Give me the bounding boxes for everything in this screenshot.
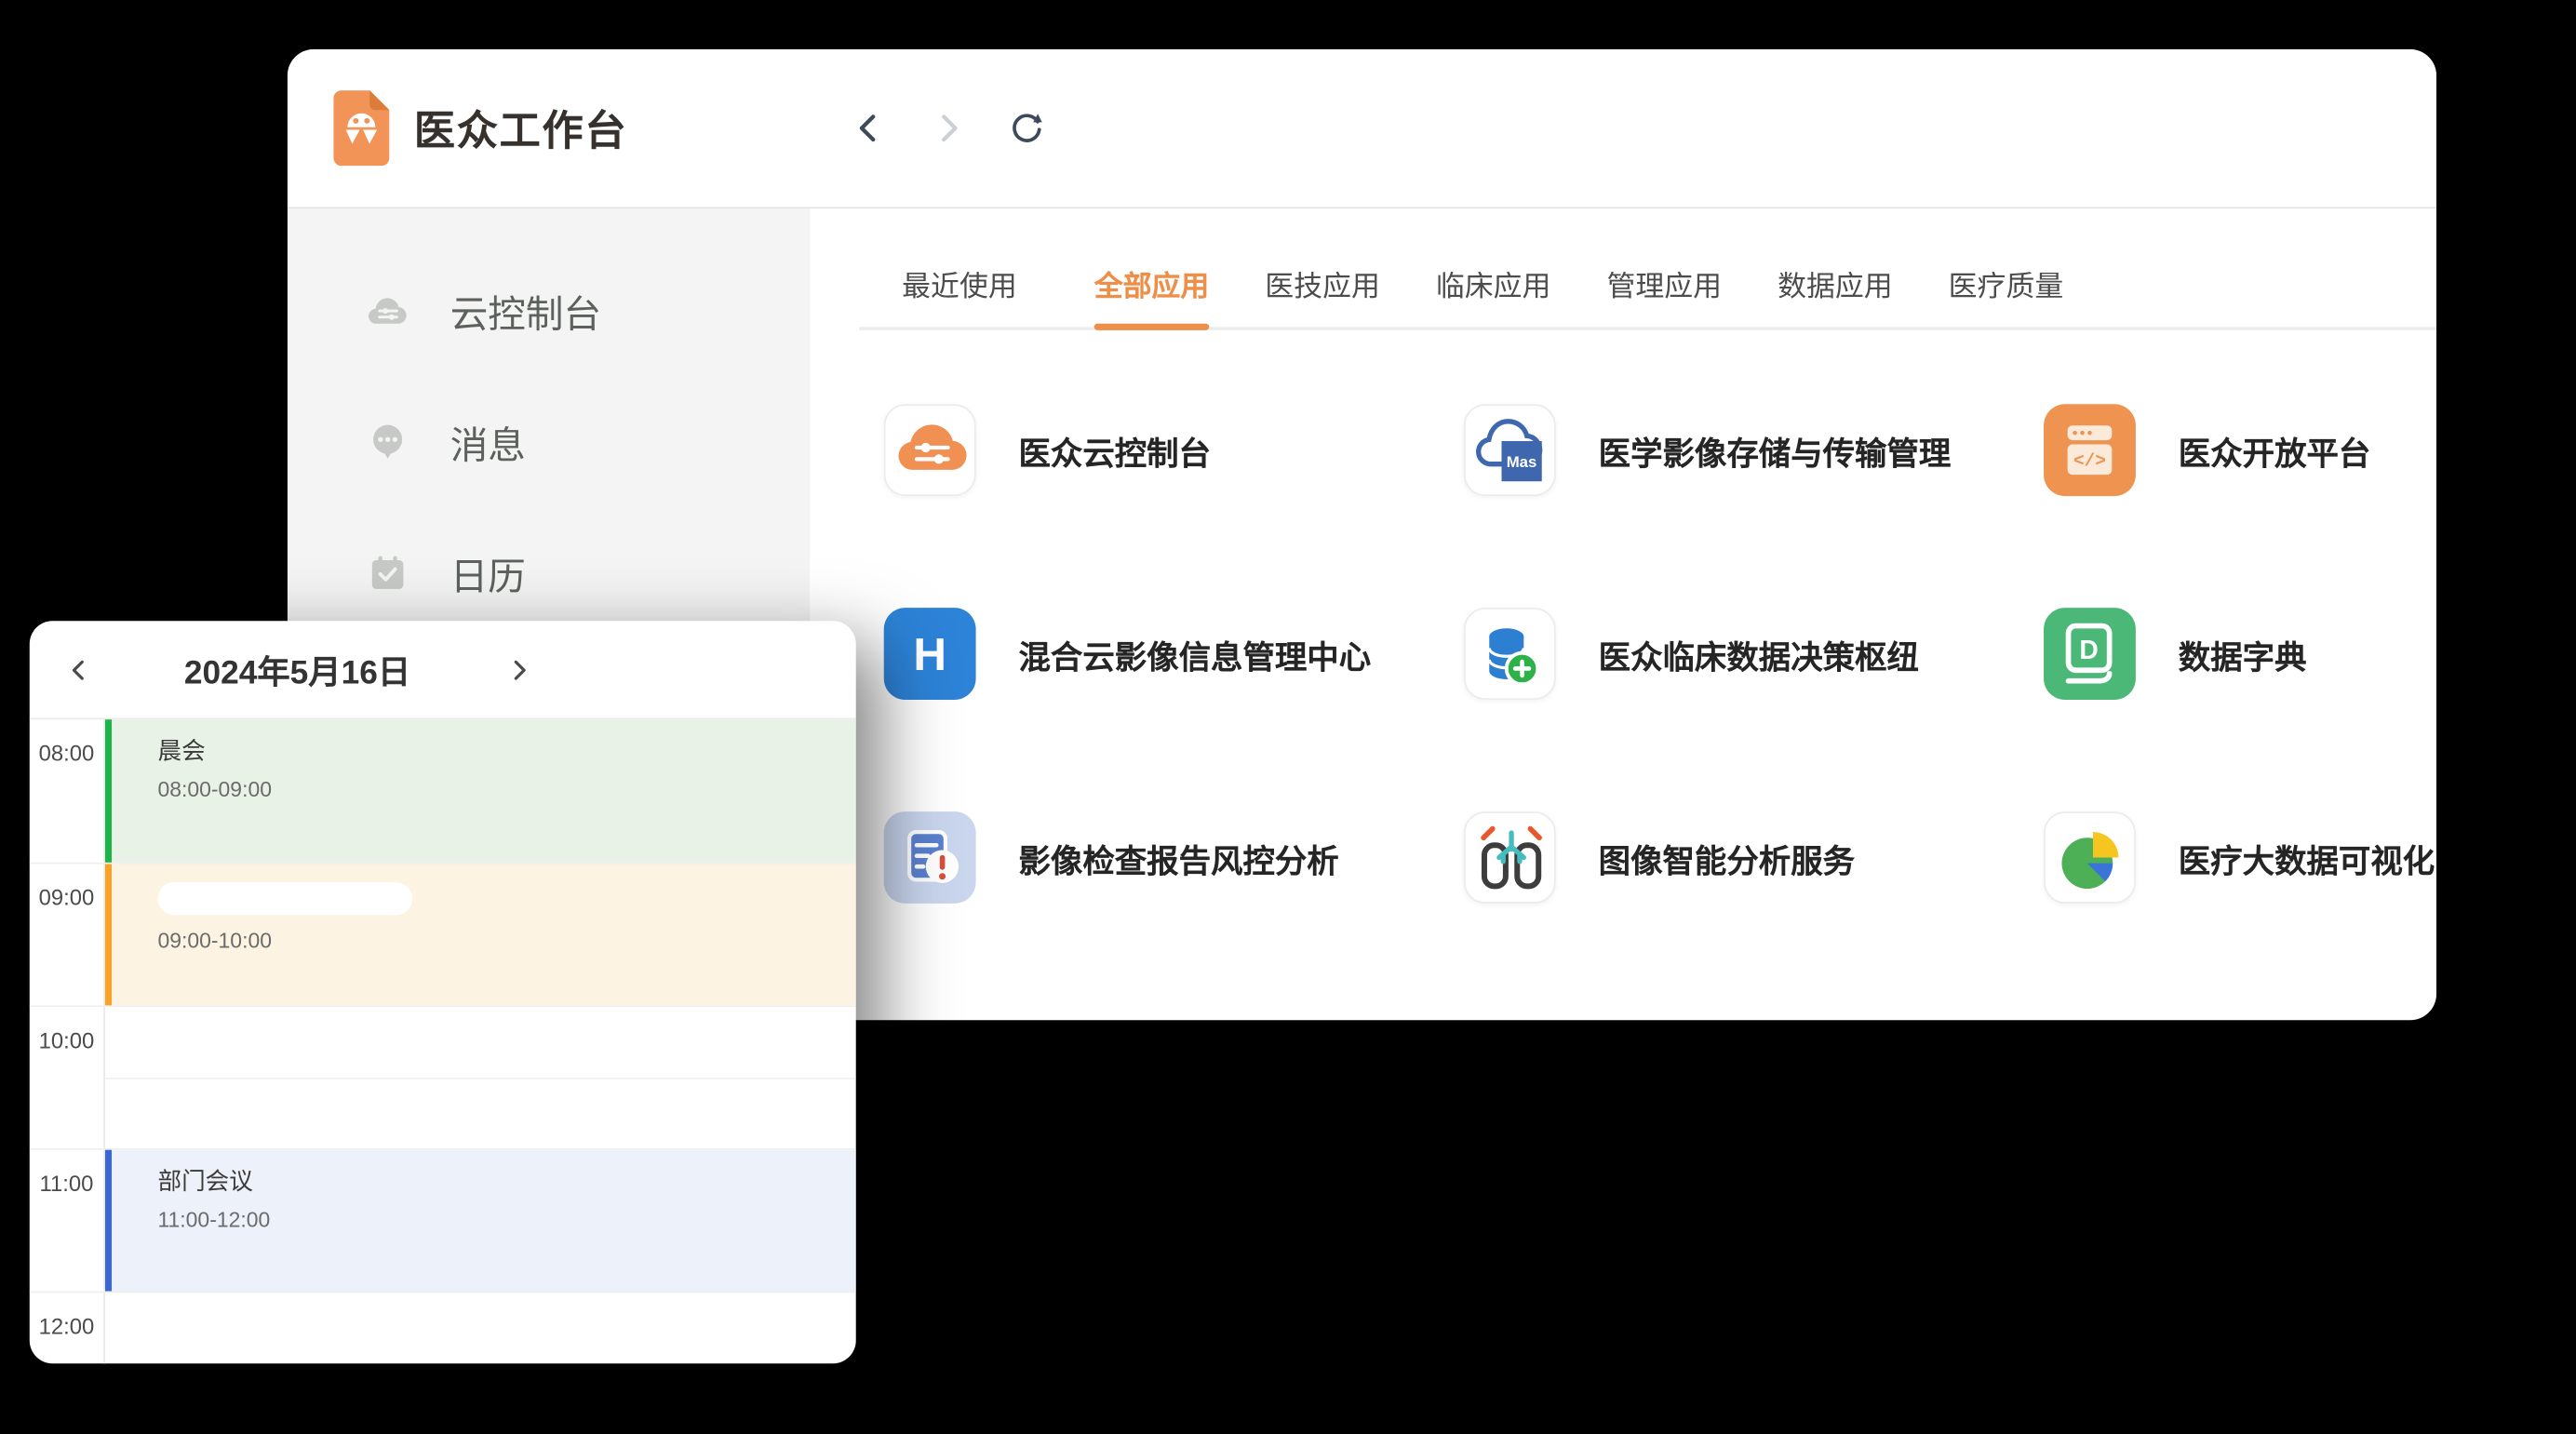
app-report-risk-analysis[interactable]: 影像检查报告风控分析 xyxy=(884,811,1464,904)
app-label: 混合云影像信息管理中心 xyxy=(1018,630,1371,677)
calendar-next-day-button[interactable] xyxy=(507,658,530,681)
time-label: 09:00 xyxy=(30,864,105,1006)
message-bubble-icon xyxy=(365,422,410,462)
tab-bar: 最近使用 全部应用 医技应用 临床应用 管理应用 数据应用 医疗质量 xyxy=(859,208,2436,330)
app-label: 影像检查报告风控分析 xyxy=(1018,834,1338,881)
tab-all-apps[interactable]: 全部应用 xyxy=(1094,264,1210,305)
calendar-date: 2024年5月16日 xyxy=(116,646,477,693)
svg-text:H: H xyxy=(913,629,946,680)
app-grid-row: 医众云控制台 Mas 医学影像存储与传输管理 xyxy=(884,404,2436,496)
forward-button[interactable] xyxy=(930,110,966,146)
app-grid-row: 影像检查报告风控分析 xyxy=(884,811,2436,904)
sidebar-item-cloud-console[interactable]: 云控制台 xyxy=(288,245,810,376)
event-time: 08:00-09:00 xyxy=(157,777,855,801)
app-clinical-data-hub[interactable]: 医众临床数据决策枢纽 xyxy=(1464,608,2044,700)
calendar-slot[interactable] xyxy=(105,1293,856,1363)
calendar-slot[interactable]: 部门会议 11:00-12:00 xyxy=(105,1150,856,1292)
blue-h-icon: H xyxy=(884,608,976,700)
svg-text:Mas: Mas xyxy=(1507,453,1537,471)
event-title-redacted-pill xyxy=(157,882,412,915)
calendar-row-0900: 09:00 09:00-10:00 xyxy=(30,863,856,1006)
green-dictionary-icon: D xyxy=(2044,608,2136,700)
svg-text:</>: </> xyxy=(2073,450,2106,471)
app-image-ai-analysis[interactable]: 图像智能分析服务 xyxy=(1464,811,2044,904)
event-title: 部门会议 xyxy=(157,1168,855,1198)
report-alert-icon xyxy=(884,811,976,904)
tab-management-apps[interactable]: 管理应用 xyxy=(1606,264,1722,305)
calendar-row-1200: 12:00 xyxy=(30,1292,856,1364)
back-button[interactable] xyxy=(851,110,887,146)
sidebar-item-label: 日历 xyxy=(450,545,526,601)
calendar-slot[interactable] xyxy=(105,1007,856,1148)
calendar-panel: 2024年5月16日 08:00 晨会 08:00-09:00 09:00 xyxy=(30,621,856,1363)
chevron-right-icon xyxy=(930,110,966,146)
time-label: 12:00 xyxy=(30,1293,105,1363)
nav-buttons xyxy=(851,110,1044,146)
svg-text:D: D xyxy=(2079,635,2098,664)
event-redacted[interactable]: 09:00-10:00 xyxy=(105,864,856,1006)
tab-data-apps[interactable]: 数据应用 xyxy=(1778,264,1893,305)
event-department-meeting[interactable]: 部门会议 11:00-12:00 xyxy=(105,1150,856,1292)
event-title: 晨会 xyxy=(157,738,855,768)
app-label: 医众临床数据决策枢纽 xyxy=(1599,630,1919,677)
window-title: 医众工作台 xyxy=(414,99,628,158)
app-label: 图像智能分析服务 xyxy=(1599,834,1855,881)
app-label: 医疗大数据可视化 xyxy=(2179,834,2435,881)
app-image-storage-transfer[interactable]: Mas 医学影像存储与传输管理 xyxy=(1464,404,2044,496)
sidebar-item-calendar[interactable]: 日历 xyxy=(288,507,810,638)
sidebar-item-messages[interactable]: 消息 xyxy=(288,376,810,507)
event-time: 09:00-10:00 xyxy=(157,928,855,952)
app-grid-row: H 混合云影像信息管理中心 xyxy=(884,608,2436,700)
app-label: 医学影像存储与传输管理 xyxy=(1599,426,1952,474)
stage: 医众工作台 xyxy=(0,0,2576,1434)
calendar-prev-day-button[interactable] xyxy=(67,658,90,681)
content-area: 最近使用 全部应用 医技应用 临床应用 管理应用 数据应用 医疗质量 xyxy=(810,208,2436,1018)
cloud-settings-icon xyxy=(365,290,410,329)
event-morning-meeting[interactable]: 晨会 08:00-09:00 xyxy=(105,719,856,863)
calendar-row-1100: 11:00 部门会议 11:00-12:00 xyxy=(30,1148,856,1292)
window-header: 医众工作台 xyxy=(288,49,2436,208)
app-grid: 医众云控制台 Mas 医学影像存储与传输管理 xyxy=(859,330,2436,904)
refresh-button[interactable] xyxy=(1009,110,1045,146)
tab-medtech-apps[interactable]: 医技应用 xyxy=(1265,264,1380,305)
calendar-slot[interactable]: 晨会 08:00-09:00 xyxy=(105,719,856,863)
sidebar-item-label: 消息 xyxy=(450,414,526,470)
database-plus-icon xyxy=(1464,608,1556,700)
tab-medical-quality[interactable]: 医疗质量 xyxy=(1949,264,2064,305)
pie-chart-icon xyxy=(2044,811,2136,904)
tab-recently-used[interactable]: 最近使用 xyxy=(902,264,1017,305)
app-cloud-console[interactable]: 医众云控制台 xyxy=(884,404,1464,496)
app-label: 数据字典 xyxy=(2179,630,2307,677)
app-hybrid-cloud-center[interactable]: H 混合云影像信息管理中心 xyxy=(884,608,1464,700)
app-big-data-visualization[interactable]: 医疗大数据可视化 xyxy=(2044,811,2436,904)
sidebar-item-label: 云控制台 xyxy=(450,283,601,339)
chevron-left-icon xyxy=(851,110,887,146)
tab-clinical-apps[interactable]: 临床应用 xyxy=(1436,264,1551,305)
calendar-header: 2024年5月16日 xyxy=(30,621,856,719)
app-logo-icon xyxy=(333,90,389,166)
refresh-icon xyxy=(1009,109,1045,147)
orange-cloud-sliders-icon xyxy=(884,404,976,496)
calendar-row-1000: 10:00 xyxy=(30,1005,856,1148)
time-label: 11:00 xyxy=(30,1150,105,1292)
calendar-check-icon xyxy=(365,554,410,593)
calendar-body: 08:00 晨会 08:00-09:00 09:00 09:00-10:00 xyxy=(30,719,856,1363)
app-open-platform[interactable]: </> 医众开放平台 xyxy=(2044,404,2436,496)
app-data-dictionary[interactable]: D 数据字典 xyxy=(2044,608,2436,700)
blue-cloud-mas-icon: Mas xyxy=(1464,404,1556,496)
app-label: 医众云控制台 xyxy=(1018,426,1211,474)
code-window-icon: </> xyxy=(2044,404,2136,496)
lungs-analysis-icon xyxy=(1464,811,1556,904)
time-label: 08:00 xyxy=(30,719,105,863)
event-time: 11:00-12:00 xyxy=(157,1208,855,1232)
calendar-slot[interactable]: 09:00-10:00 xyxy=(105,864,856,1006)
time-label: 10:00 xyxy=(30,1007,105,1148)
app-label: 医众开放平台 xyxy=(2179,426,2371,474)
calendar-row-0800: 08:00 晨会 08:00-09:00 xyxy=(30,719,856,863)
